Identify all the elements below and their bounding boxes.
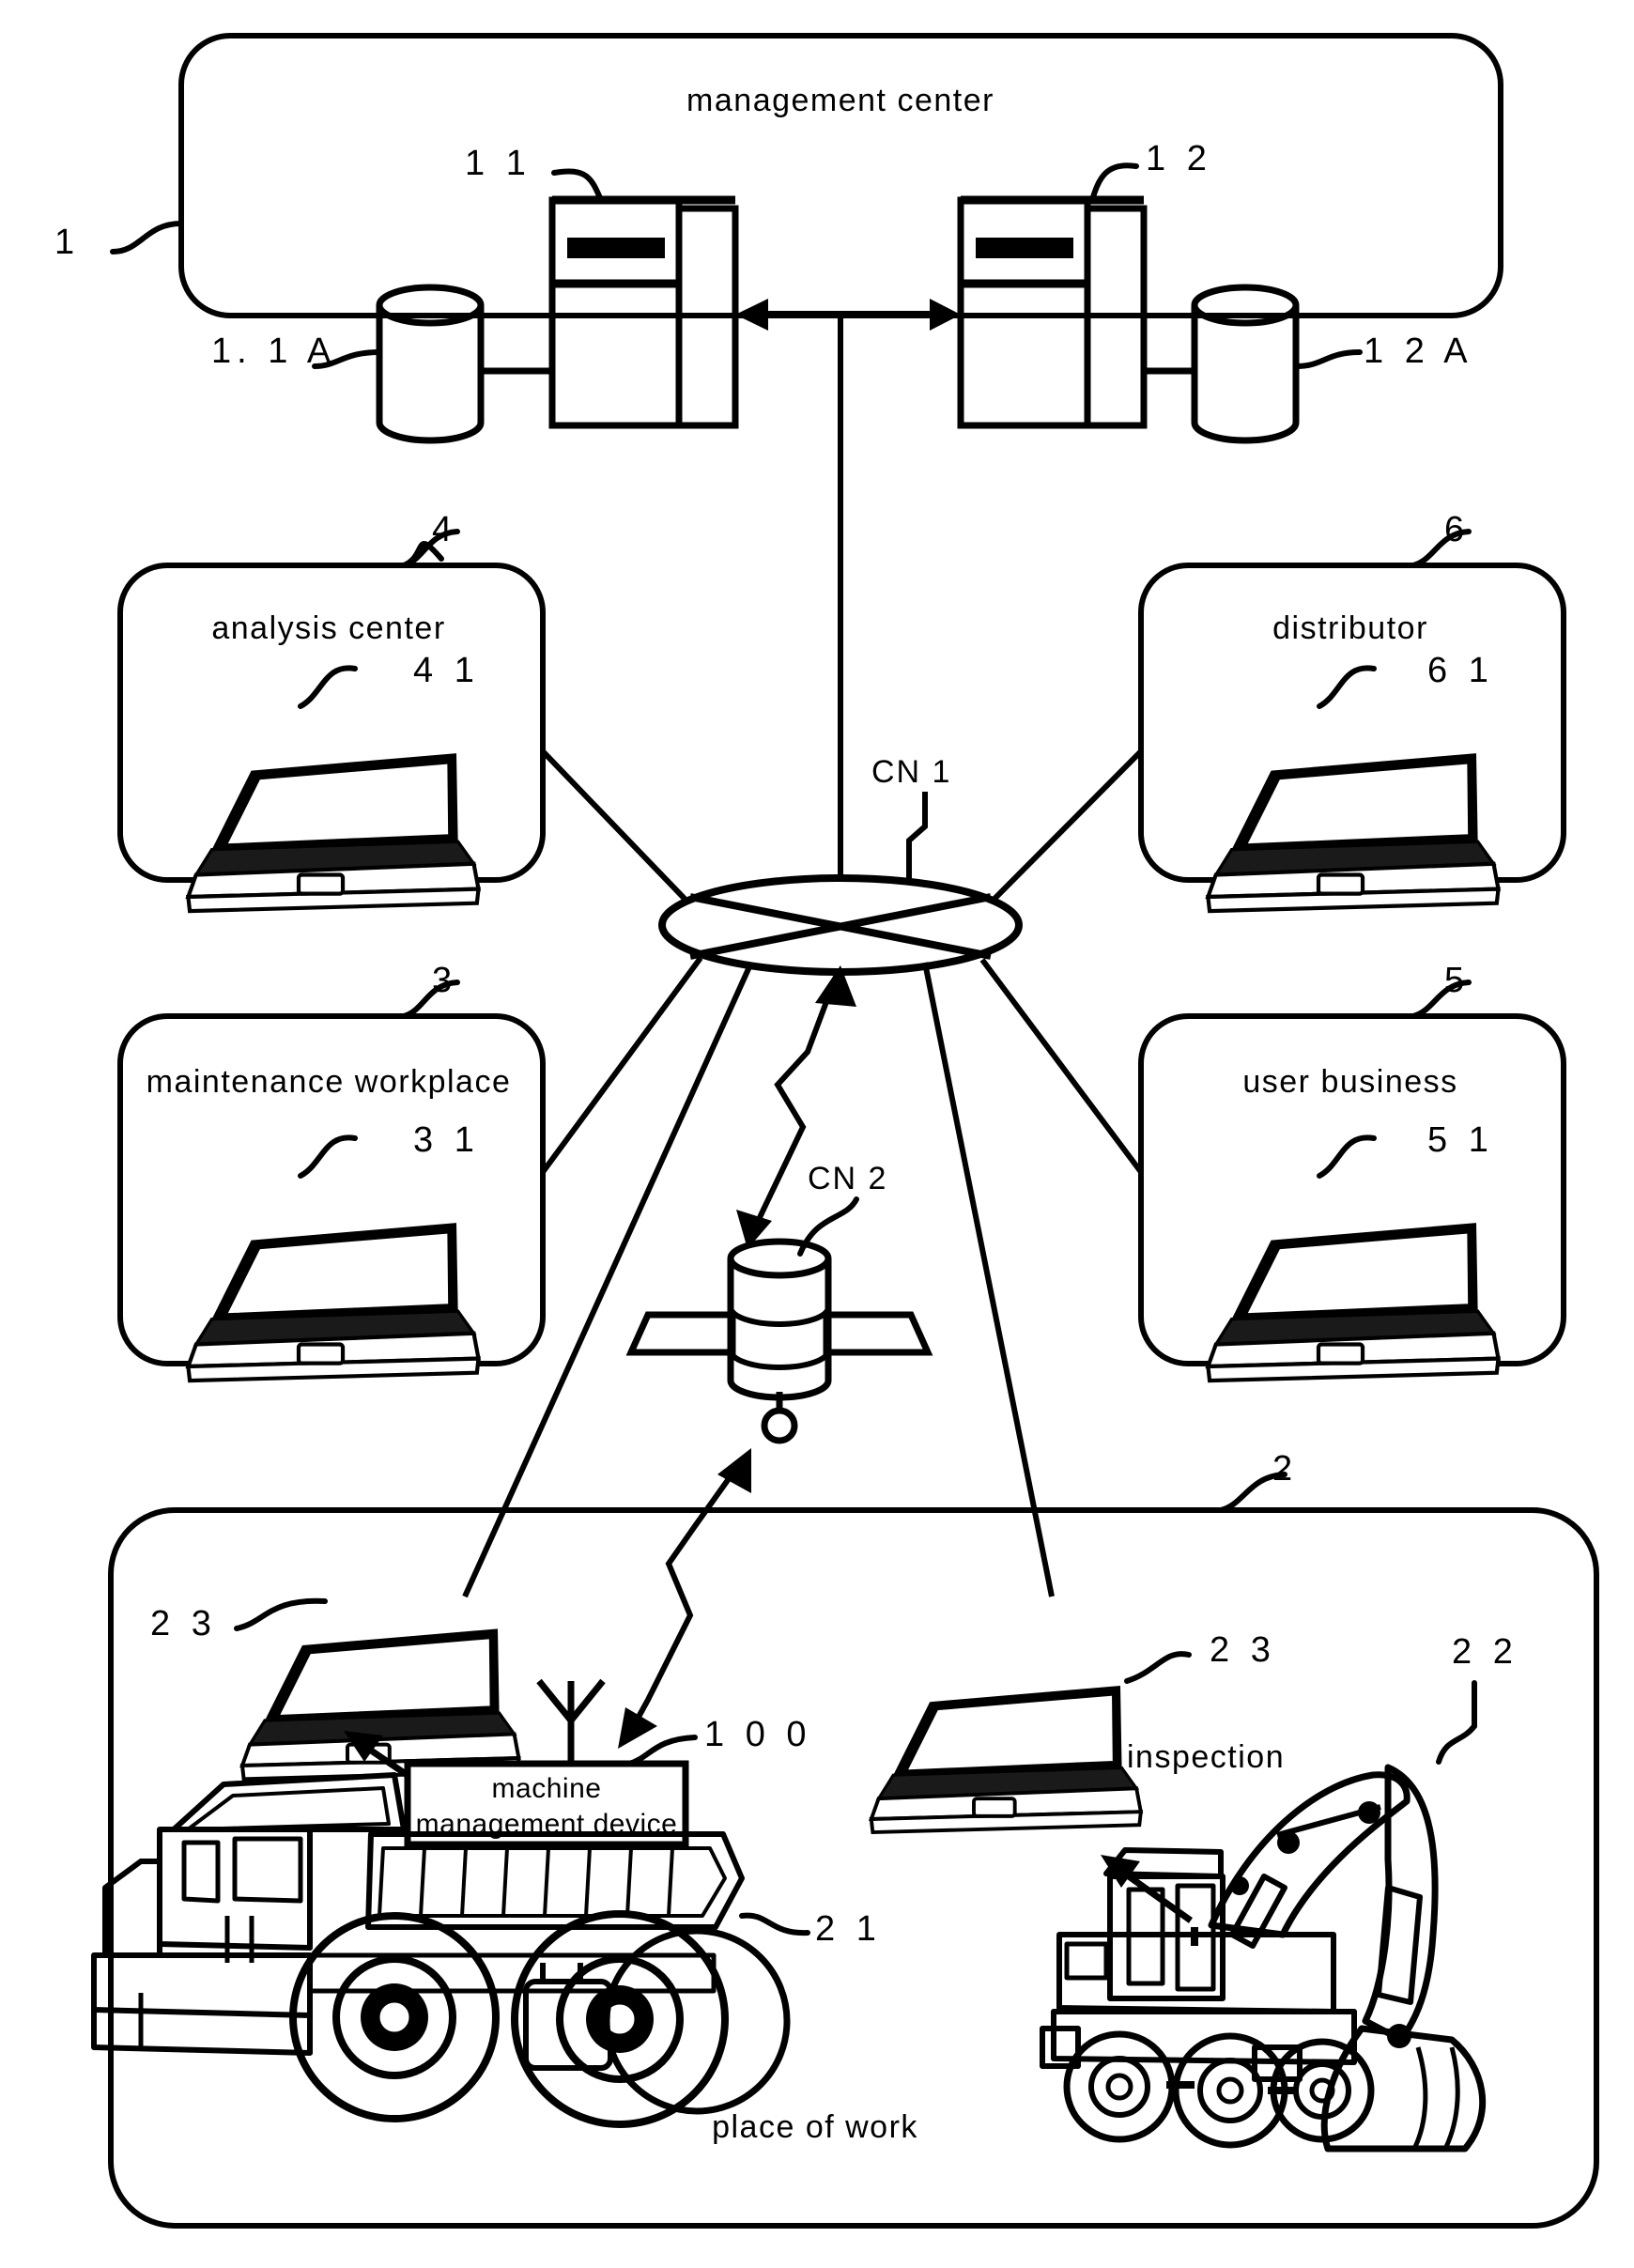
cn2-satellite-icon [625,1238,933,1444]
link-distributor-cn1 [991,748,1144,903]
maintenance-workplace-title: maintenance workplace [146,1064,512,1100]
link-user-business-cn1 [979,958,1144,1174]
ref-label-61: 6 1 [1427,651,1494,690]
leader-line-ref-12 [1089,162,1139,203]
leader-line-work-left-23 [234,1597,328,1631]
link-cn1-work-right [922,962,1055,1597]
place-of-work-title: place of work [712,2109,918,2145]
ref-label-12a: 1 2 A [1364,332,1473,371]
leader-line-ref-12a [1293,349,1363,369]
leader-line-cn1 [906,792,928,883]
laptop-61-icon [1205,753,1502,914]
ref-label-3: 3 [432,961,458,1000]
link-maintenance-cn1 [540,956,703,1174]
link-analysis-center-cn1 [540,748,688,903]
ref-label-4: 4 [432,510,458,549]
management-center-box [178,33,1503,318]
distributor-title: distributor [1272,610,1428,646]
leader-line-ref-22 [1436,1680,1477,1765]
server-link-arrow [735,299,961,331]
user-business-group [979,958,1566,1383]
ref-label-work-left-23: 2 3 [150,1604,217,1643]
ref-label-31: 3 1 [413,1120,480,1160]
management-center-title: management center [686,83,994,118]
ref-label-11a: 1. 1 A [211,332,337,371]
user-business-title: user business [1242,1064,1458,1100]
leader-line-ref-21 [739,1912,810,1936]
leader-line-ref-11 [551,168,604,203]
laptop-31-icon [185,1223,482,1383]
cn1-cn2-link-arrow [736,965,856,1249]
ref-label-work-right-23: 2 3 [1210,1630,1276,1670]
patent-figure-page: management center 1 1 1 1 2 1. 1 A 1 2 A… [0,0,1634,2268]
ref-label-12: 1 2 [1146,139,1212,178]
distributor-group [991,529,1566,914]
leader-line-ref-31 [298,1134,358,1179]
ref-label-5: 5 [1444,961,1471,1000]
ref-label-11: 1 1 [465,144,532,183]
cn2-label: CN 2 [808,1161,888,1196]
laptop-51-icon [1205,1223,1502,1383]
link-cn1-work-left [462,961,754,1598]
inspection-label: inspection [1127,1739,1286,1775]
cn1-label: CN 1 [871,754,952,790]
leader-line-ref-51 [1317,1134,1377,1179]
ref-label-6: 6 [1444,510,1471,549]
ref-label-2: 2 [1272,1449,1299,1489]
laptop-work-right-icon [869,1686,1144,1835]
ref-label-51: 5 1 [1427,1120,1494,1160]
leader-line-ref-61 [1317,665,1377,709]
leader-line-work-right-23 [1124,1651,1192,1684]
ref-label-100: 1 0 0 [704,1715,812,1754]
cn2-machine-link-arrow [618,1448,751,1749]
analysis-center-group [117,529,688,914]
leader-line-ref-41 [298,665,358,709]
database-12a-icon [1191,284,1300,444]
database-11a-icon [376,284,485,444]
machine-management-device-line1: machine [491,1773,602,1804]
ref-label-1: 1 [54,223,81,262]
analysis-center-title: analysis center [211,610,446,646]
cn1-network-icon [658,874,1023,976]
laptop-41-icon [185,753,482,914]
leader-line-ref-100 [626,1735,698,1767]
machine-management-device-line2: management device [415,1809,678,1840]
maintenance-workplace-group [117,956,703,1383]
leader-line-ref-1 [110,221,184,255]
ref-label-22: 2 2 [1452,1632,1518,1672]
ref-label-21: 2 1 [815,1909,882,1949]
ref-label-41: 4 1 [413,651,480,690]
